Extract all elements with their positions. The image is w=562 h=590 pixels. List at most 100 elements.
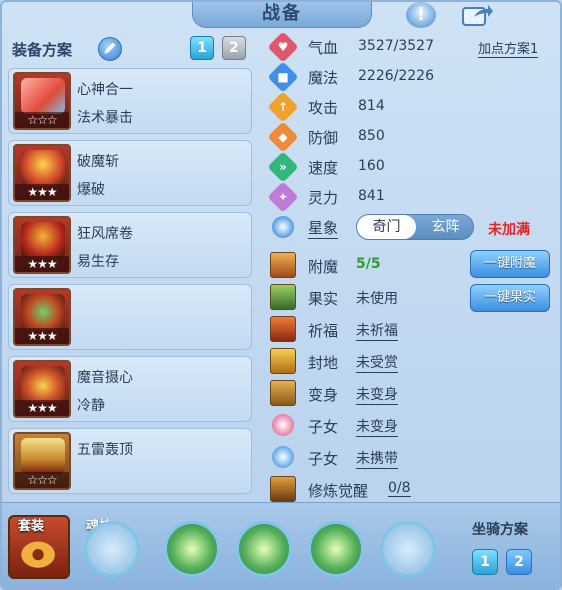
- equipment-item-icon[interactable]: ★★★: [13, 144, 71, 202]
- soul-skill-slot-empty[interactable]: [380, 521, 436, 577]
- stat-value: 850: [358, 128, 385, 144]
- equipment-plan-page-2[interactable]: 2: [222, 36, 246, 60]
- extra-fruit: 果实 未使用 一键果实: [268, 282, 558, 312]
- equipment-plan-title: 装备方案: [12, 41, 73, 59]
- star-rating: ★★★: [15, 400, 69, 416]
- not-full-status: 未加满: [488, 222, 530, 238]
- stat-defense: ◆ 防御 850: [267, 121, 558, 153]
- mount-plan-page-1[interactable]: 1: [472, 549, 498, 575]
- stat-label: 攻击: [308, 99, 339, 117]
- battle-prep-panel: 战备 ! 装备方案 1 2 ☆☆☆ 心神合一 法术暴击 ★★★ 破魔斩 爆破 ★…: [0, 0, 562, 590]
- equipment-item-icon[interactable]: ☆☆☆: [13, 432, 71, 490]
- paw-icon: [272, 446, 294, 468]
- stat-mp: ■ 魔法 2226/2226: [267, 61, 558, 93]
- extra-label: 修炼觉醒: [308, 482, 369, 500]
- equipment-slot-3[interactable]: ★★★ 狂风席卷 易生存: [8, 212, 252, 278]
- equipment-slot-5[interactable]: ★★★ 魔音摄心 冷静: [8, 356, 252, 422]
- equipment-plan-page-1[interactable]: 1: [190, 36, 214, 60]
- equipment-skill: 狂风席卷: [77, 226, 133, 242]
- extra-label: 子女: [308, 418, 339, 436]
- stat-value: 160: [358, 158, 385, 174]
- stat-label: 防御: [308, 129, 339, 147]
- stat-label: 气血: [308, 39, 339, 57]
- cultivate-icon: [270, 476, 296, 502]
- stat-value: 3527/3527: [358, 38, 434, 54]
- share-icon[interactable]: [460, 2, 494, 28]
- extra-bless: 祈福 未祈福: [268, 314, 558, 344]
- soul-skill-slot-2[interactable]: [236, 521, 292, 577]
- stat-value: 814: [358, 98, 385, 114]
- equipment-slot-2[interactable]: ★★★ 破魔斩 爆破: [8, 140, 252, 206]
- equipment-slot-1[interactable]: ☆☆☆ 心神合一 法术暴击: [8, 68, 252, 134]
- extra-value[interactable]: 未变身: [356, 384, 398, 405]
- point-plan-button[interactable]: 加点方案1: [478, 38, 539, 58]
- extra-value[interactable]: 未祈福: [356, 320, 398, 341]
- equipment-item-icon[interactable]: ☆☆☆: [13, 72, 71, 130]
- toggle-qimen[interactable]: 奇门: [357, 215, 416, 239]
- soul-skill-slot-1[interactable]: [164, 521, 220, 577]
- mana-icon: ■: [267, 61, 299, 93]
- equipment-list: ☆☆☆ 心神合一 法术暴击 ★★★ 破魔斩 爆破 ★★★ 狂风席卷 易生存 ★★…: [8, 68, 252, 500]
- mount-plan-page-2[interactable]: 2: [506, 549, 532, 575]
- soul-skill-slot-empty[interactable]: [84, 521, 140, 577]
- mount-plan-label: 坐骑方案: [472, 522, 528, 538]
- extra-fief: 封地 未受赏: [268, 346, 558, 376]
- edit-pencil-icon[interactable]: [98, 37, 122, 61]
- one-key-fruit-button[interactable]: 一键果实: [470, 284, 550, 312]
- extra-label: 果实: [308, 290, 339, 308]
- equipment-effect: 法术暴击: [77, 110, 133, 126]
- page-title: 战备: [262, 3, 302, 24]
- equipment-slot-4[interactable]: ★★★: [8, 284, 252, 350]
- extra-label: 变身: [308, 386, 339, 404]
- extra-label: 附魔: [308, 258, 339, 276]
- star-rating: ★★★: [15, 184, 69, 200]
- star-rating: ★★★: [15, 328, 69, 344]
- star-formation-icon: [272, 216, 294, 238]
- soul-skill-slot-3[interactable]: [308, 521, 364, 577]
- extra-child-1: 子女 未变身: [268, 410, 558, 440]
- extra-label: 祈福: [308, 322, 339, 340]
- stat-speed: » 速度 160: [267, 151, 558, 183]
- set-equipment-button[interactable]: 套装: [8, 515, 70, 579]
- stat-attack: ↑ 攻击 814: [267, 91, 558, 123]
- star-formation-link[interactable]: 星象: [308, 217, 339, 239]
- stat-hp: ♥ 气血 3527/3527 加点方案1: [267, 31, 558, 63]
- stat-value: 2226/2226: [358, 68, 434, 84]
- stat-spirit: ✦ 灵力 841: [267, 181, 558, 213]
- star-rating: ☆☆☆: [15, 112, 69, 128]
- extra-child-2: 子女 未携带: [268, 442, 558, 472]
- one-key-enchant-button[interactable]: 一键附魔: [470, 250, 550, 278]
- equipment-skill: 心神合一: [77, 82, 133, 98]
- attack-icon: ↑: [267, 91, 299, 123]
- extra-transform: 变身 未变身: [268, 378, 558, 408]
- extra-label: 封地: [308, 354, 339, 372]
- extra-value[interactable]: 未变身: [356, 416, 398, 437]
- star-rating: ☆☆☆: [15, 472, 69, 488]
- equipment-effect: 冷静: [77, 398, 105, 414]
- equipment-item-icon[interactable]: ★★★: [13, 360, 71, 418]
- equipment-plan-header: 装备方案 1 2: [10, 36, 250, 62]
- extra-cultivate: 修炼觉醒 0/8: [268, 474, 558, 504]
- extra-value[interactable]: 未携带: [356, 448, 398, 469]
- extra-value: 未使用: [356, 291, 398, 307]
- extra-value[interactable]: 0/8: [388, 480, 411, 497]
- transform-icon: [270, 380, 296, 406]
- stat-label: 魔法: [308, 69, 339, 87]
- extra-label: 子女: [308, 450, 339, 468]
- heart-icon: ♥: [267, 31, 299, 63]
- equipment-item-icon[interactable]: ★★★: [13, 288, 71, 346]
- equipment-effect: 易生存: [77, 254, 119, 270]
- stat-value: 841: [358, 188, 385, 204]
- extra-value: 5/5: [356, 256, 381, 272]
- speed-icon: »: [267, 151, 299, 183]
- equipment-effect: 爆破: [77, 182, 105, 198]
- equipment-item-icon[interactable]: ★★★: [13, 216, 71, 274]
- extra-value[interactable]: 未受赏: [356, 352, 398, 373]
- formation-toggle[interactable]: 奇门 玄阵: [356, 214, 474, 240]
- fruit-icon: [270, 284, 296, 310]
- stat-label: 灵力: [308, 189, 339, 207]
- toggle-xuanzhen[interactable]: 玄阵: [416, 215, 475, 239]
- info-icon[interactable]: !: [406, 2, 436, 28]
- equipment-slot-6[interactable]: ☆☆☆ 五雷轰顶: [8, 428, 252, 494]
- defense-icon: ◆: [267, 121, 299, 153]
